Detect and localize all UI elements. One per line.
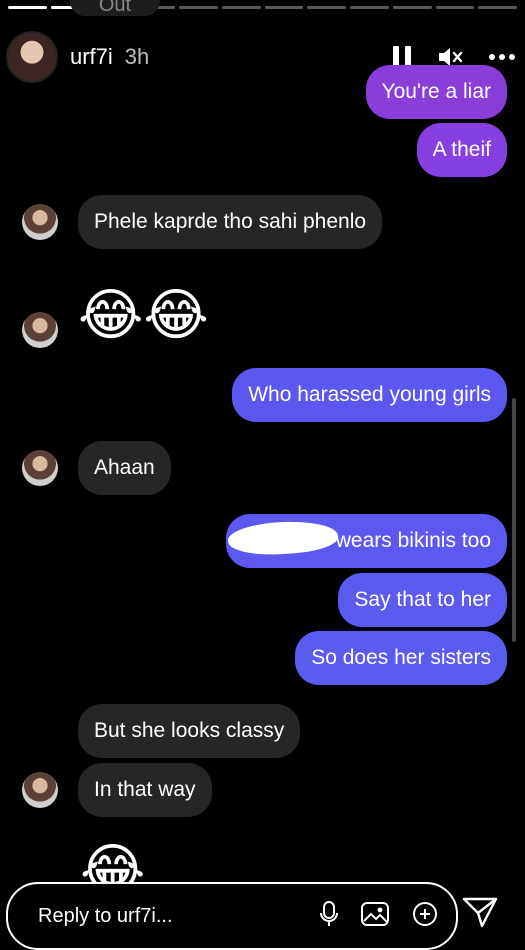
message-row: In that way	[0, 763, 212, 817]
sender-avatar[interactable]	[22, 312, 58, 348]
message-row: A theif	[416, 123, 507, 177]
progress-segment	[221, 6, 261, 9]
sender-avatar[interactable]	[22, 204, 58, 240]
message-row: You're a liar	[365, 65, 507, 119]
scrollbar[interactable]	[512, 398, 516, 642]
progress-segment	[179, 6, 218, 9]
reply-icons	[320, 900, 438, 932]
message-row: Say that to her	[338, 573, 507, 627]
sent-message[interactable]: Who harassed young girls	[232, 368, 507, 422]
reply-input[interactable]: Reply to urf7i...	[6, 882, 458, 950]
message-row: So does her sisters	[295, 631, 507, 685]
received-message[interactable]: Phele kaprde tho sahi phenlo	[78, 195, 383, 249]
received-message[interactable]: In that way	[78, 763, 212, 817]
username[interactable]: urf7i	[70, 44, 113, 70]
sender-avatar[interactable]	[22, 450, 58, 486]
sent-message[interactable]: You're a liar	[365, 65, 507, 119]
story-time: 3h	[124, 44, 150, 69]
reply-placeholder[interactable]: Reply to urf7i...	[38, 905, 173, 928]
message-row: But she looks classy	[78, 704, 301, 758]
gallery-icon[interactable]	[360, 901, 390, 932]
sender-avatar[interactable]	[22, 772, 58, 808]
progress-segment	[307, 6, 346, 9]
progress-segment	[435, 6, 475, 9]
message-row: Ahaan	[0, 441, 171, 495]
received-message[interactable]: But she looks classy	[78, 704, 301, 758]
message-row: Phele kaprde tho sahi phenlo	[0, 195, 383, 249]
emoji-message[interactable]: 😂😂	[78, 287, 209, 343]
message-row: 😂😂	[0, 282, 209, 348]
sent-message[interactable]: A theif	[416, 123, 507, 177]
mic-icon[interactable]	[320, 900, 338, 932]
progress-segment	[478, 6, 517, 9]
progress-segment	[8, 6, 47, 9]
cut-off-message: Out	[70, 0, 160, 16]
progress-segment	[392, 6, 432, 9]
sent-message[interactable]: So does her sisters	[295, 631, 507, 685]
received-message[interactable]: Ahaan	[78, 441, 171, 495]
sent-message[interactable]: Say that to her	[338, 573, 507, 627]
progress-segment	[350, 6, 389, 9]
progress-segment	[264, 6, 304, 9]
more-icon[interactable]	[489, 53, 515, 61]
avatar[interactable]	[6, 31, 58, 83]
sticker-icon[interactable]	[412, 901, 438, 932]
send-icon[interactable]	[462, 896, 498, 933]
message-row: Who harassed young girls	[232, 368, 507, 422]
